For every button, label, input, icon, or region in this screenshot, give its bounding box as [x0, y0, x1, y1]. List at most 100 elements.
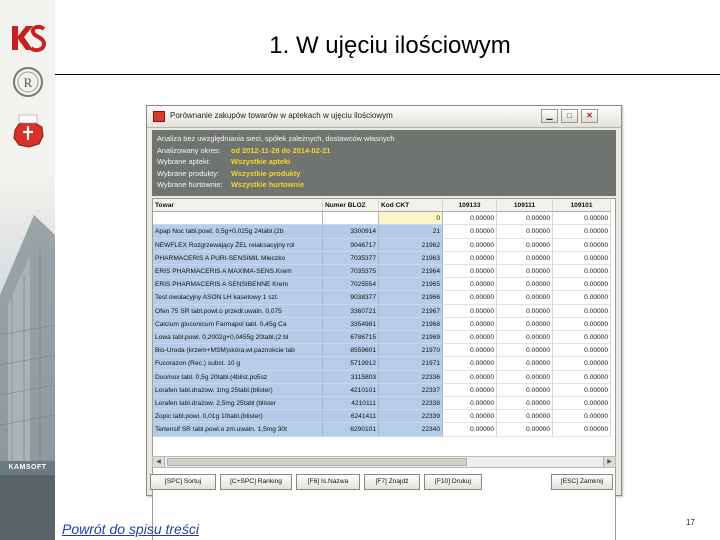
table-row[interactable]: Lorafen tabl.drażow. 2,5mg 25tabl (blist… [153, 397, 615, 411]
cell-bloz[interactable]: 7035377 [323, 251, 379, 265]
cell-bloz[interactable]: 6241411 [323, 410, 379, 424]
cell-bloz[interactable]: 3360721 [323, 304, 379, 318]
sort-button[interactable]: [SPC] Sortuj [150, 474, 216, 490]
cell-109133[interactable]: 0.00000 [443, 265, 497, 279]
cell-product[interactable]: Test owulacyjny ASON LH kasetowy 1 szt. [153, 291, 323, 305]
ranking-button[interactable]: [C+SPC] Ranking [220, 474, 292, 490]
cell-ckt[interactable]: 21963 [379, 251, 443, 265]
back-to-contents-link[interactable]: Powrót do spisu treści [62, 521, 199, 537]
cell-109111[interactable]: 0.00000 [497, 278, 553, 292]
cell-bloz[interactable] [323, 212, 379, 226]
cell-109101[interactable]: 0.00000 [553, 291, 611, 305]
cell-ckt[interactable]: 21966 [379, 291, 443, 305]
cell-109133[interactable]: 0.00000 [443, 238, 497, 252]
cell-109111[interactable]: 0.00000 [497, 317, 553, 331]
maximize-button[interactable]: □ [561, 109, 578, 123]
cell-bloz[interactable]: 7025554 [323, 278, 379, 292]
cell-109111[interactable]: 0.00000 [497, 423, 553, 437]
cell-product[interactable]: Lorafen tabl.drażow. 1mg 25tabl.(blister… [153, 383, 323, 397]
cell-product[interactable]: Ofen 75 SR tabl.powl.o przedł.uwaln. 0,0… [153, 304, 323, 318]
cell-bloz[interactable]: 3354981 [323, 317, 379, 331]
cell-product[interactable]: Duomox tabl. 0,5g 20tabl.(4blist.po5sz [153, 370, 323, 384]
cell-bloz[interactable]: 8559601 [323, 344, 379, 358]
cell-product[interactable]: Fucorazon (Rec.) subst. 10 g [153, 357, 323, 371]
cell-109133[interactable]: 0.00000 [443, 370, 497, 384]
cell-109111[interactable]: 0.00000 [497, 397, 553, 411]
column-header-109101[interactable]: 109101 [553, 199, 611, 213]
cell-109101[interactable]: 0.00000 [553, 344, 611, 358]
cell-ckt[interactable]: 21965 [379, 278, 443, 292]
cell-product[interactable]: Lorafen tabl.drażow. 2,5mg 25tabl (blist… [153, 397, 323, 411]
scroll-left-icon[interactable]: ◀ [153, 457, 165, 467]
table-row[interactable]: Bio-Uroda (krzem+MSM)skóra,wł.paznokcie … [153, 344, 615, 358]
cell-ckt[interactable]: 21964 [379, 265, 443, 279]
cell-bloz[interactable]: 9038377 [323, 291, 379, 305]
name-button[interactable]: [F6] Is.Nazwa [296, 474, 360, 490]
table-row[interactable]: Lorafen tabl.drażow. 1mg 25tabl.(blister… [153, 383, 615, 397]
cell-ckt[interactable]: 21967 [379, 304, 443, 318]
cell-bloz[interactable]: 7035375 [323, 265, 379, 279]
table-row[interactable]: Tertensif SR tabl.powl.o zm.uwaln. 1,5mg… [153, 423, 615, 437]
table-row[interactable]: Fucorazon (Rec.) subst. 10 g 5719912 21971… [153, 357, 615, 371]
cell-109133[interactable]: 0.00000 [443, 331, 497, 345]
table-row[interactable]: ERIS PHARMACERIS A MAXIMA-SENS.Krem 70353… [153, 265, 615, 279]
cell-bloz[interactable]: 3300914 [323, 225, 379, 239]
cell-product[interactable]: Zopic tabl.powl. 0,01g 10tabl.(blister) [153, 410, 323, 424]
cell-ckt[interactable]: 0 [379, 212, 443, 226]
cell-ckt[interactable]: 21962 [379, 238, 443, 252]
cell-ckt[interactable]: 22337 [379, 383, 443, 397]
cell-ckt[interactable]: 21969 [379, 331, 443, 345]
cell-109101[interactable]: 0.00000 [553, 370, 611, 384]
cell-109111[interactable]: 0.00000 [497, 212, 553, 226]
cell-ckt[interactable]: 22340 [379, 423, 443, 437]
cell-product[interactable]: NEWFLEX Rozgrzewający ŻEL relaksacyjny r… [153, 238, 323, 252]
cell-109133[interactable]: 0.00000 [443, 304, 497, 318]
cell-109133[interactable]: 0.00000 [443, 344, 497, 358]
horizontal-scrollbar[interactable]: ◀ ▶ [152, 456, 616, 468]
cell-109111[interactable]: 0.00000 [497, 344, 553, 358]
cell-109111[interactable]: 0.00000 [497, 251, 553, 265]
cell-109101[interactable]: 0.00000 [553, 265, 611, 279]
table-row[interactable]: Test owulacyjny ASON LH kasetowy 1 szt. 9… [153, 291, 615, 305]
cell-109101[interactable]: 0.00000 [553, 251, 611, 265]
cell-109133[interactable]: 0.00000 [443, 317, 497, 331]
cell-109101[interactable]: 0.00000 [553, 423, 611, 437]
close-window-button[interactable]: [ESC] Zamknij [551, 474, 613, 490]
cell-bloz[interactable]: 6786715 [323, 331, 379, 345]
cell-109101[interactable]: 0.00000 [553, 278, 611, 292]
cell-109111[interactable]: 0.00000 [497, 225, 553, 239]
cell-109111[interactable]: 0.00000 [497, 383, 553, 397]
table-row[interactable]: ERIS PHARMACERIS A SENSIBENNE Krem 702555… [153, 278, 615, 292]
cell-109101[interactable]: 0.00000 [553, 304, 611, 318]
cell-ckt[interactable]: 21970 [379, 344, 443, 358]
cell-109133[interactable]: 0.00000 [443, 423, 497, 437]
cell-109133[interactable]: 0.00000 [443, 225, 497, 239]
table-row[interactable]: NEWFLEX Rozgrzewający ŻEL relaksacyjny r… [153, 238, 615, 252]
cell-109101[interactable]: 0.00000 [553, 225, 611, 239]
cell-product[interactable] [153, 212, 323, 226]
cell-109133[interactable]: 0.00000 [443, 397, 497, 411]
cell-109111[interactable]: 0.00000 [497, 357, 553, 371]
cell-bloz[interactable]: 4210101 [323, 383, 379, 397]
cell-109133[interactable]: 0.00000 [443, 278, 497, 292]
cell-ckt[interactable]: 22339 [379, 410, 443, 424]
cell-product[interactable]: Bio-Uroda (krzem+MSM)skóra,wł.paznokcie … [153, 344, 323, 358]
column-header-109111[interactable]: 109111 [497, 199, 553, 213]
cell-product[interactable]: ERIS PHARMACERIS A SENSIBENNE Krem [153, 278, 323, 292]
cell-109111[interactable]: 0.00000 [497, 304, 553, 318]
cell-109111[interactable]: 0.00000 [497, 331, 553, 345]
column-header-product[interactable]: Towar [153, 199, 323, 213]
close-button[interactable]: ✕ [581, 109, 598, 123]
cell-bloz[interactable]: 9046717 [323, 238, 379, 252]
column-header-109133[interactable]: 109133 [443, 199, 497, 213]
cell-109101[interactable]: 0.00000 [553, 410, 611, 424]
table-row[interactable]: Apap Noc tabl.powl. 0,5g+0,025g 24tabl.(… [153, 225, 615, 239]
cell-ckt[interactable]: 22336 [379, 370, 443, 384]
cell-109101[interactable]: 0.00000 [553, 397, 611, 411]
cell-109133[interactable]: 0.00000 [443, 212, 497, 226]
find-button[interactable]: [F7] Znajdź [364, 474, 420, 490]
table-row[interactable]: Zopic tabl.powl. 0,01g 10tabl.(blister) 6… [153, 410, 615, 424]
cell-product[interactable]: ERIS PHARMACERIS A MAXIMA-SENS.Krem [153, 265, 323, 279]
minimize-button[interactable]: ▁ [541, 109, 558, 123]
cell-109101[interactable]: 0.00000 [553, 357, 611, 371]
